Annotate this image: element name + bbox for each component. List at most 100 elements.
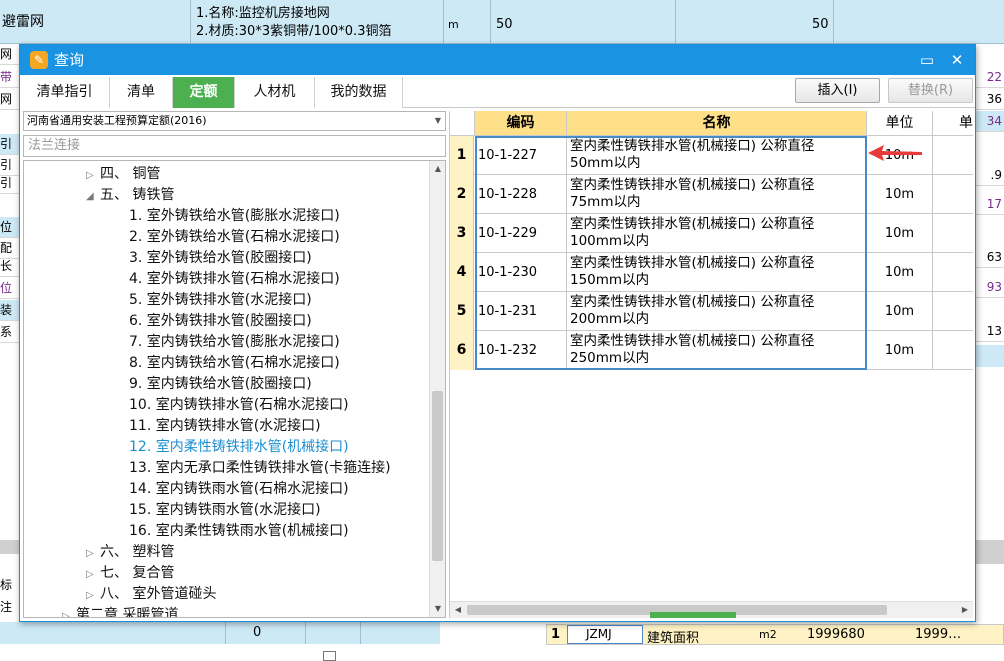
row-unit: 10m: [867, 214, 933, 253]
tree-node[interactable]: 11. 室内铸铁排水管(水泥接口): [129, 416, 321, 437]
scroll-down-icon[interactable]: ▼: [430, 601, 445, 617]
search-input[interactable]: 法兰连接: [23, 135, 446, 157]
bg-top-row[interactable]: 避雷网 1.名称:监控机房接地网 2.材质:30*3紫铜带/100*0.3铜箔 …: [0, 0, 1004, 44]
tab-quota[interactable]: 定额: [173, 77, 235, 108]
tree-node[interactable]: ▷ 第二章 采暖管道: [62, 605, 179, 618]
insert-button[interactable]: 插入(I): [795, 78, 880, 103]
bg-bottom-row[interactable]: 0: [0, 622, 440, 644]
bg-left-row: 引: [0, 173, 20, 194]
bg-divider: [190, 0, 191, 44]
bg-tab-label: 标注: [0, 578, 13, 614]
table-row[interactable]: 5 10-1-231 室内柔性铸铁排水管(机械接口) 公称直径 200mm以内 1…: [450, 292, 973, 331]
tree-node[interactable]: ▷ 八、 室外管道碰头: [86, 584, 216, 605]
tree-node[interactable]: 7. 室内铸铁给水管(膨胀水泥接口): [129, 332, 340, 353]
chapter-tree: ▷ 四、 铜管 ◢ 五、 铸铁管 1. 室外铸铁给水管(膨胀水泥接口) 2. 室外铸…: [23, 160, 446, 618]
bg-right-row: 36: [976, 89, 1004, 110]
bg-bottom-value: 0: [253, 625, 262, 640]
replace-button[interactable]: 替换(R): [888, 78, 973, 103]
tree-node[interactable]: 16. 室内柔性铸铁雨水管(机械接口): [129, 521, 349, 542]
bg-left-row: 位: [0, 217, 20, 238]
tree-node-label: 七、 复合管: [100, 565, 175, 581]
tree-node[interactable]: 3. 室外铸铁给水管(胶圈接口): [129, 248, 312, 269]
table-row[interactable]: 4 10-1-230 室内柔性铸铁排水管(机械接口) 公称直径 150mm以内 1…: [450, 253, 973, 292]
bg-row-value: 1999680: [807, 627, 865, 642]
expand-arrow-icon[interactable]: ▷: [86, 165, 100, 186]
bg-row-unit: m2: [759, 628, 777, 641]
tree-node-label: 五、 铸铁管: [100, 187, 175, 203]
dialog-titlebar[interactable]: ✎ 查询 ▭ ✕: [20, 45, 975, 75]
row-number: 2: [450, 175, 474, 214]
table-row[interactable]: 2 10-1-228 室内柔性铸铁排水管(机械接口) 公称直径 75mm以内 10…: [450, 175, 973, 214]
tree-node-selected[interactable]: 12. 室内柔性铸铁排水管(机械接口): [129, 437, 349, 458]
bg-left-row: 装: [0, 300, 20, 321]
tree-node[interactable]: 6. 室外铸铁排水管(胶圈接口): [129, 311, 312, 332]
bg-left-row: 系: [0, 322, 20, 343]
scroll-up-icon[interactable]: ▲: [430, 161, 445, 177]
quota-grid: 编码 名称 单位 单 1 10-1-227 室内柔性铸铁排水管(机械接口) 公称…: [449, 111, 973, 618]
bg-bottom-grid-row[interactable]: 1 JZMJ 建筑面积 m2 1999680 1999…: [546, 624, 1004, 646]
expand-arrow-icon[interactable]: ▷: [86, 543, 100, 564]
header-unit[interactable]: 单位: [867, 111, 933, 136]
tree-node[interactable]: 1. 室外铸铁给水管(膨胀水泥接口): [129, 206, 340, 227]
bg-bottom-area: 0 1 JZMJ 建筑面积 m2 1999680 1999…: [0, 622, 1004, 661]
tab-list[interactable]: 清单: [110, 77, 173, 108]
row-name-line: 50mm以内: [570, 155, 641, 171]
tree-node[interactable]: 2. 室外铸铁给水管(石棉水泥接口): [129, 227, 340, 248]
bg-right-row: 63: [976, 247, 1004, 268]
tree-node[interactable]: ▷ 七、 复合管: [86, 563, 174, 584]
panel-splitter-handle[interactable]: [650, 612, 736, 618]
scrollbar-thumb[interactable]: [432, 391, 443, 561]
tree-node-label: 第二章 采暖管道: [76, 607, 179, 618]
query-dialog: ✎ 查询 ▭ ✕ 清单指引 清单 定额 人材机 我的数据 插入(I) 替换(R)…: [19, 44, 976, 622]
row-number: 6: [450, 331, 474, 370]
tree-node[interactable]: 4. 室外铸铁排水管(石棉水泥接口): [129, 269, 340, 290]
tree-node[interactable]: 15. 室内铸铁雨水管(水泥接口): [129, 500, 321, 521]
bg-checkbox[interactable]: [323, 651, 336, 661]
tab-list-guide[interactable]: 清单指引: [20, 77, 110, 108]
tree-node[interactable]: 9. 室内铸铁给水管(胶圈接口): [129, 374, 312, 395]
chevron-down-icon[interactable]: ▼: [435, 112, 441, 130]
row-name: 室内柔性铸铁排水管(机械接口) 公称直径 50mm以内: [567, 136, 867, 175]
maximize-button[interactable]: ▭: [917, 50, 937, 70]
bg-right-row: 34: [976, 111, 1004, 132]
header-extra[interactable]: 单: [933, 111, 973, 136]
row-code: 10-1-228: [475, 175, 567, 214]
tab-labor-material[interactable]: 人材机: [235, 77, 315, 108]
header-name[interactable]: 名称: [567, 111, 867, 136]
tree-node[interactable]: 13. 室内无承口柔性铸铁排水管(卡箍连接): [129, 458, 391, 479]
tree-node[interactable]: 5. 室外铸铁排水管(水泥接口): [129, 290, 312, 311]
scroll-right-icon[interactable]: ▶: [957, 602, 973, 618]
header-code[interactable]: 编码: [475, 111, 567, 136]
expand-arrow-icon[interactable]: ▷: [86, 585, 100, 606]
tree-node[interactable]: ▷ 四、 铜管: [86, 164, 160, 185]
row-name: 室内柔性铸铁排水管(机械接口) 公称直径 150mm以内: [567, 253, 867, 292]
tree-node[interactable]: ▷ 六、 塑料管: [86, 542, 174, 563]
quota-library-value: 河南省通用安装工程预算定额(2016): [27, 114, 207, 127]
row-name: 室内柔性铸铁排水管(机械接口) 公称直径 250mm以内: [567, 331, 867, 370]
row-extra: [933, 175, 973, 214]
tree-node[interactable]: 8. 室内铸铁给水管(石棉水泥接口): [129, 353, 340, 374]
table-row[interactable]: 6 10-1-232 室内柔性铸铁排水管(机械接口) 公称直径 250mm以内 1…: [450, 331, 973, 370]
expand-arrow-icon[interactable]: ▷: [86, 564, 100, 585]
tab-my-data[interactable]: 我的数据: [315, 77, 403, 108]
scroll-left-icon[interactable]: ◀: [450, 602, 466, 618]
tree-scrollbar[interactable]: ▲ ▼: [429, 161, 445, 617]
row-extra: [933, 292, 973, 331]
close-button[interactable]: ✕: [947, 50, 967, 70]
collapse-arrow-icon[interactable]: ◢: [86, 186, 100, 207]
row-name: 室内柔性铸铁排水管(机械接口) 公称直径 100mm以内: [567, 214, 867, 253]
bg-divider: [833, 0, 834, 44]
row-number: 4: [450, 253, 474, 292]
expand-arrow-icon[interactable]: ▷: [62, 606, 76, 617]
tree-node[interactable]: ◢ 五、 铸铁管: [86, 185, 174, 206]
row-code: 10-1-227: [475, 136, 567, 175]
quota-library-select[interactable]: 河南省通用安装工程预算定额(2016) ▼: [23, 111, 446, 131]
bg-left-row: 引: [0, 134, 20, 155]
tree-node[interactable]: 14. 室内铸铁雨水管(石棉水泥接口): [129, 479, 349, 500]
row-extra: [933, 136, 973, 175]
bg-divider: [305, 622, 306, 644]
tree-node[interactable]: 10. 室内铸铁排水管(石棉水泥接口): [129, 395, 349, 416]
bg-row-num: 1: [551, 627, 561, 642]
table-row[interactable]: 3 10-1-229 室内柔性铸铁排水管(机械接口) 公称直径 100mm以内 1…: [450, 214, 973, 253]
bg-left-row: 位: [0, 278, 20, 299]
